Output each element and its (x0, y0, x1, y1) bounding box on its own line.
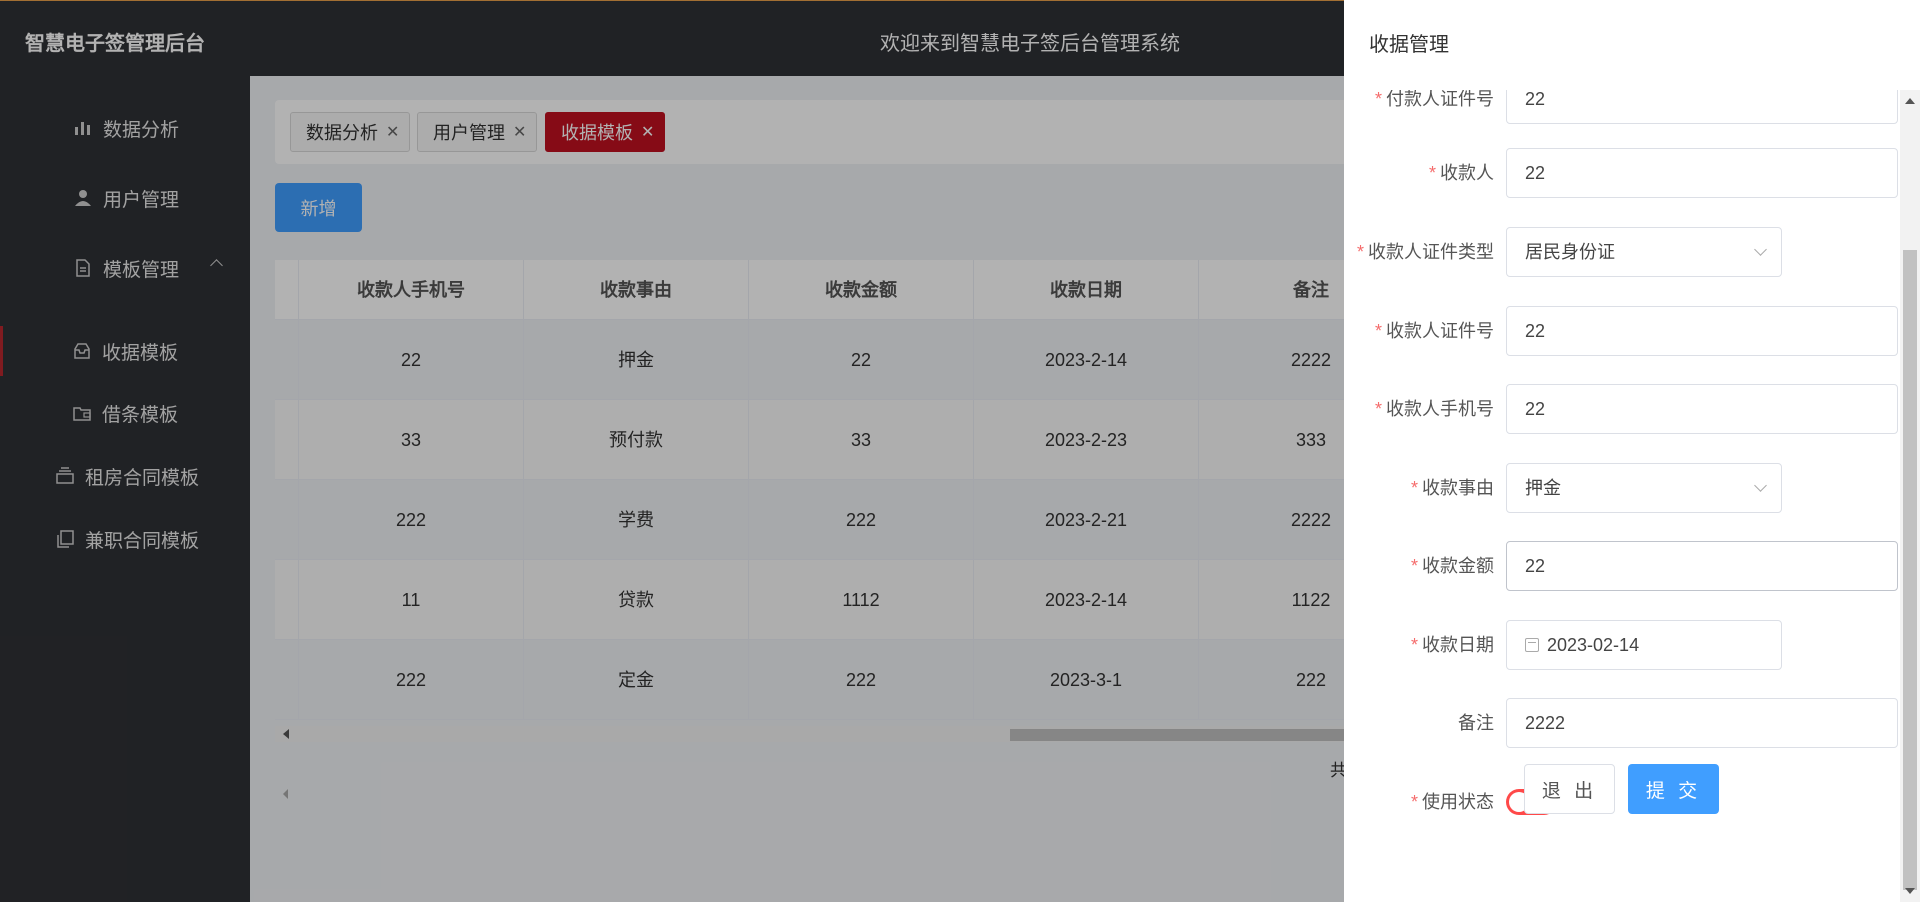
select-value: 居民身份证 (1525, 242, 1615, 262)
form-row-remark: 备注 2222 (1344, 698, 1900, 748)
payer-id-input[interactable]: 22 (1506, 90, 1898, 124)
submit-button[interactable]: 提 交 (1628, 764, 1719, 814)
select-value: 押金 (1525, 478, 1561, 498)
amount-input[interactable]: 22 (1506, 541, 1898, 591)
payee-input[interactable]: 22 (1506, 148, 1898, 198)
field-label: * 收款金额 (1410, 556, 1494, 576)
field-label: 备注 (1458, 713, 1494, 733)
remark-input[interactable]: 2222 (1506, 698, 1898, 748)
calendar-icon (1525, 638, 1539, 652)
date-value: 2023-02-14 (1547, 635, 1640, 655)
form-row-payee-phone: * 收款人手机号 22 (1344, 384, 1900, 434)
form-row-status: * 使用状态 (1344, 777, 1900, 827)
scroll-up-icon[interactable] (1905, 98, 1915, 104)
form-row-reason: * 收款事由 押金 (1344, 463, 1900, 513)
form-row-date: * 收款日期 2023-02-14 (1344, 620, 1900, 670)
field-label: * 付款人证件号 (1374, 90, 1494, 109)
field-label: * 使用状态 (1410, 792, 1494, 812)
chevron-down-icon (1754, 479, 1767, 492)
payee-id-type-select[interactable]: 居民身份证 (1506, 227, 1782, 277)
field-label: * 收款人证件号 (1374, 321, 1494, 341)
form-row-payee-id-type: * 收款人证件类型 居民身份证 (1344, 227, 1900, 277)
form-row-payer-id: * 付款人证件号 22 (1344, 90, 1900, 124)
vertical-scrollbar[interactable] (1900, 90, 1920, 902)
scroll-down-icon[interactable] (1905, 888, 1915, 894)
chevron-down-icon (1754, 243, 1767, 256)
receipt-drawer: 收据管理 * 付款人证件号 22 * 收款人 22 * 收款人证件类型 居民身份证 *… (1344, 0, 1920, 902)
receipt-form: * 付款人证件号 22 * 收款人 22 * 收款人证件类型 居民身份证 * 收款人证件… (1344, 90, 1900, 902)
date-picker[interactable]: 2023-02-14 (1506, 620, 1782, 670)
field-label: * 收款人手机号 (1374, 399, 1494, 419)
payee-phone-input[interactable]: 22 (1506, 384, 1898, 434)
drawer-title: 收据管理 (1369, 34, 1449, 56)
field-label: * 收款事由 (1410, 478, 1494, 498)
field-label: * 收款人 (1428, 163, 1494, 183)
field-label: * 收款人证件类型 (1356, 242, 1494, 262)
scrollbar-thumb[interactable] (1903, 250, 1917, 890)
form-row-payee: * 收款人 22 (1344, 148, 1900, 198)
field-label: * 收款日期 (1410, 635, 1494, 655)
form-row-amount: * 收款金额 22 (1344, 541, 1900, 591)
form-row-payee-id: * 收款人证件号 22 (1344, 306, 1900, 356)
payee-id-input[interactable]: 22 (1506, 306, 1898, 356)
app-root: 智慧电子签管理后台 欢迎来到智慧电子签后台管理系统 数据分析 用户管理 模板管理… (0, 0, 1920, 902)
reason-select[interactable]: 押金 (1506, 463, 1782, 513)
exit-button[interactable]: 退 出 (1524, 764, 1615, 814)
